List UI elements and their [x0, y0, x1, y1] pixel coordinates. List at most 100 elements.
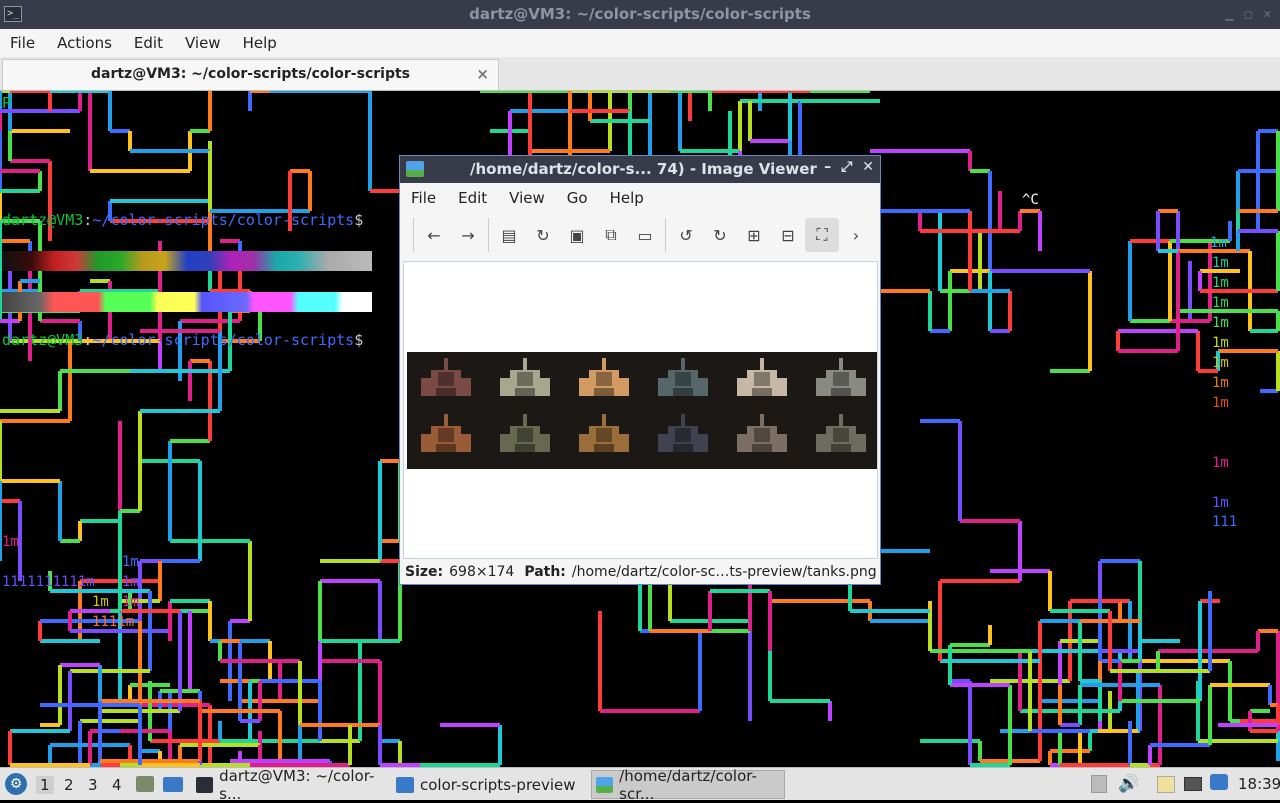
task-file-manager[interactable]: color-scripts-preview [392, 770, 588, 799]
pipe-fragment: 1m [1210, 235, 1227, 251]
pipe-fragment: 111 [1212, 514, 1238, 530]
prompt-path: ~/color-scripts/color-scripts [92, 331, 355, 349]
paste-icon[interactable]: ▭ [628, 218, 662, 252]
image-viewer-window-controls: – ⤢ ✕ [824, 159, 874, 175]
menu-edit[interactable]: Edit [134, 34, 174, 52]
tank-sprite [575, 358, 633, 402]
toolbar-separator [413, 218, 414, 252]
color-bar-bright [2, 292, 372, 312]
tray-arrow-icon[interactable] [1091, 775, 1107, 793]
close-icon[interactable]: ✕ [862, 159, 874, 175]
workspace-2[interactable]: 2 [64, 776, 74, 794]
file-manager-launcher-icon[interactable] [136, 776, 154, 792]
show-desktop-icon[interactable] [163, 777, 183, 792]
prompt-path: ~/color-scripts/color-scripts [92, 211, 355, 229]
terminal-task-icon [196, 776, 214, 793]
menu-go[interactable]: Go [567, 189, 588, 207]
pipe-fragment: 1m [1212, 275, 1229, 291]
image-viewer-menubar: File Edit View Go Help [400, 183, 880, 213]
image-canvas[interactable] [403, 261, 878, 559]
menu-help[interactable]: Help [243, 34, 288, 52]
terminal-tabbar: dartz@VM3: ~/color-scripts/color-scripts… [0, 57, 1280, 91]
clock: 18:39 [1238, 775, 1280, 793]
workspace-1[interactable]: 1 [36, 776, 54, 794]
tank-sprite [733, 414, 791, 458]
pipe-fragment: 1m [1212, 375, 1229, 391]
tank-sprite [812, 414, 870, 458]
image-viewer-titlebar[interactable]: /home/dartz/color-s... 74) - Image Viewe… [400, 156, 880, 183]
image-viewer-title: /home/dartz/color-s... 74) - Image Viewe… [470, 160, 817, 178]
rotate-right-icon[interactable]: ↻ [703, 218, 737, 252]
menu-view[interactable]: View [509, 189, 545, 207]
network-icon[interactable] [1184, 777, 1202, 791]
menu-actions[interactable]: Actions [57, 34, 123, 52]
pipe-fragment: 1m [122, 574, 139, 590]
pipe-fragment: 1m [1212, 495, 1229, 511]
tank-sprite [417, 414, 475, 458]
menu-file[interactable]: File [10, 34, 46, 52]
image-viewer-task-icon [596, 776, 614, 793]
zoom-out-icon[interactable]: ⊟ [771, 218, 805, 252]
pipe-fragment: 1m [122, 594, 139, 610]
terminal-prompt-line: dartz@VM3:~/color-scripts/color-scripts$ [2, 331, 363, 349]
workspace-3[interactable]: 3 [88, 776, 98, 794]
reload-icon[interactable]: ↻ [526, 218, 560, 252]
save-icon[interactable]: ▣ [560, 218, 594, 252]
task-label: color-scripts-preview [420, 775, 576, 794]
minimize-icon[interactable]: ▁ [1225, 8, 1233, 21]
close-icon[interactable]: ✕ [1263, 8, 1272, 21]
image-viewer-app-icon [406, 161, 424, 177]
tank-sprite [417, 358, 475, 402]
menu-help[interactable]: Help [610, 189, 644, 207]
start-menu-icon[interactable]: ⚙ [5, 773, 27, 795]
task-terminal[interactable]: dartz@VM3: ~/color-s... [192, 767, 388, 803]
menu-view[interactable]: View [185, 34, 232, 52]
open-icon[interactable]: ▤ [492, 218, 526, 252]
more-icon[interactable]: › [839, 218, 873, 252]
prompt-sep: : [83, 211, 93, 229]
terminal-tab[interactable]: dartz@VM3: ~/color-scripts/color-scripts… [2, 59, 499, 90]
pipe-fragment: 1m [1212, 335, 1229, 351]
notification-icon[interactable] [1210, 774, 1228, 790]
toolbar-separator [488, 218, 489, 252]
image-viewer-window: /home/dartz/color-s... 74) - Image Viewe… [399, 155, 881, 585]
terminal-window-controls: ▁ ◻ ✕ [1225, 8, 1272, 21]
image-viewer-toolbar: ← → ▤ ↻ ▣ ⧉ ▭ ↺ ↻ ⊞ ⊟ ⛶ › [400, 213, 880, 257]
pipe-fragment: 1m [1212, 255, 1229, 271]
rotate-left-icon[interactable]: ↺ [669, 218, 703, 252]
forward-icon[interactable]: → [451, 218, 485, 252]
tank-sprite [654, 358, 712, 402]
volume-icon[interactable]: 🔊 [1118, 774, 1139, 794]
copy-icon[interactable]: ⧉ [594, 218, 628, 252]
zoom-in-icon[interactable]: ⊞ [737, 218, 771, 252]
pipe-fragment: 1m [1212, 395, 1229, 411]
terminal-window-title: dartz@VM3: ~/color-scripts/color-scripts [469, 5, 811, 23]
color-bar-normal [2, 251, 372, 271]
pipe-fragment: 1m [1212, 315, 1229, 331]
terminal-prompt-line: dartz@VM3:~/color-scripts/color-scripts$ [2, 211, 363, 229]
prompt-dollar: $ [354, 211, 364, 229]
terminal-titlebar[interactable]: >_ dartz@VM3: ~/color-scripts/color-scri… [0, 0, 1280, 29]
menu-file[interactable]: File [411, 189, 436, 207]
maximize-icon[interactable]: ◻ [1244, 8, 1253, 21]
clipboard-icon[interactable] [1157, 776, 1175, 793]
folder-task-icon [396, 776, 414, 793]
fit-icon[interactable]: ⛶ [805, 218, 839, 252]
menu-edit[interactable]: Edit [458, 189, 487, 207]
task-image-viewer[interactable]: /home/dartz/color-scr... [591, 767, 785, 803]
toolbar-separator [665, 218, 666, 252]
image-viewer-statusbar: Size: 698×174 Path: /home/dartz/color-sc… [400, 560, 880, 584]
terminal-tab-label: dartz@VM3: ~/color-scripts/color-scripts [90, 66, 410, 82]
pipe-fragment: 1m [1212, 355, 1229, 371]
back-icon[interactable]: ← [417, 218, 451, 252]
workspace-4[interactable]: 4 [112, 776, 122, 794]
prompt-user: dartz@VM3 [2, 211, 84, 229]
terminal-menubar: File Actions Edit View Help [0, 29, 1280, 57]
minimize-icon[interactable]: – [824, 159, 831, 175]
tab-close-icon[interactable]: × [476, 65, 489, 83]
path-value: /home/dartz/color-sc…ts-preview/tanks.pn… [571, 564, 877, 580]
tank-sprite [812, 358, 870, 402]
pipe-fragment: 1m [1212, 455, 1229, 471]
task-label: /home/dartz/color-scr... [619, 766, 757, 803]
maximize-icon[interactable]: ⤢ [841, 159, 852, 175]
